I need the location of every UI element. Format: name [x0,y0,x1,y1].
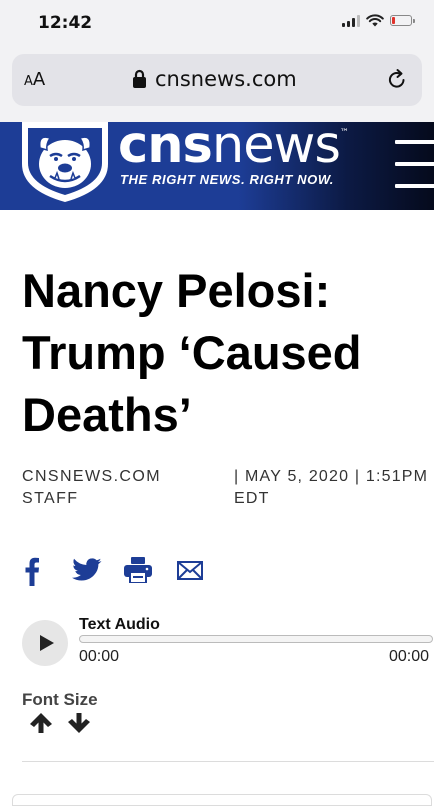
aa-small-label: A [24,74,33,89]
content-box-edge [12,794,432,806]
date-line-2: EDT [234,490,270,507]
battery-icon [390,15,415,26]
status-icons [342,14,415,27]
font-size-label: Font Size [22,690,98,709]
print-icon[interactable] [124,557,152,583]
hamburger-menu-icon[interactable] [395,138,434,190]
date-line-1: | MAY 5, 2020 | 1:51PM [234,468,429,485]
play-button[interactable] [22,620,68,666]
article-byline[interactable]: CNSNEWS.COM STAFF [22,466,172,510]
site-logo-wordmark[interactable]: cnsnews™ [118,122,349,175]
lock-icon [133,69,146,88]
logo-trademark: ™ [339,128,349,138]
wifi-icon [366,14,384,27]
address-bar[interactable]: AA cnsnews.com [12,54,422,106]
text-audio-player: Text Audio 00:00 00:00 [22,614,434,674]
article-date: | MAY 5, 2020 | 1:51PM EDT [234,466,434,510]
byline-line-1: CNSNEWS.COM [22,468,161,485]
logo-word-light: news [211,122,341,175]
aa-large-label: A [32,69,46,90]
url-display[interactable]: cnsnews.com [132,67,297,91]
article-headline: Nancy Pelosi: Trump ‘Caused Deaths’ [22,264,362,441]
font-size-increase-icon[interactable] [29,712,53,734]
battery-level [392,17,395,24]
byline-line-2: STAFF [22,490,79,507]
font-size-decrease-icon[interactable] [67,712,91,734]
twitter-icon[interactable] [72,558,102,583]
section-divider [22,761,434,762]
url-text: cnsnews.com [155,67,297,91]
facebook-icon[interactable] [24,556,40,586]
audio-duration: 00:00 [389,648,430,665]
status-bar: 12:42 [0,0,434,46]
logo-word-bold: cns [118,122,213,175]
text-size-button[interactable]: AA [24,69,45,90]
audio-current-time: 00:00 [79,648,120,665]
bulldog-logo-icon[interactable] [20,122,110,204]
site-tagline: THE RIGHT NEWS. RIGHT NOW. [120,172,334,187]
cellular-signal-icon [342,14,360,27]
audio-title: Text Audio [79,616,160,633]
audio-progress-bar[interactable] [79,635,433,643]
reload-icon[interactable] [386,68,408,90]
browser-toolbar: AA cnsnews.com [0,46,434,122]
site-header: cnsnews™ THE RIGHT NEWS. RIGHT NOW. [0,122,434,210]
email-icon[interactable] [177,561,203,580]
status-time: 12:42 [38,13,93,33]
